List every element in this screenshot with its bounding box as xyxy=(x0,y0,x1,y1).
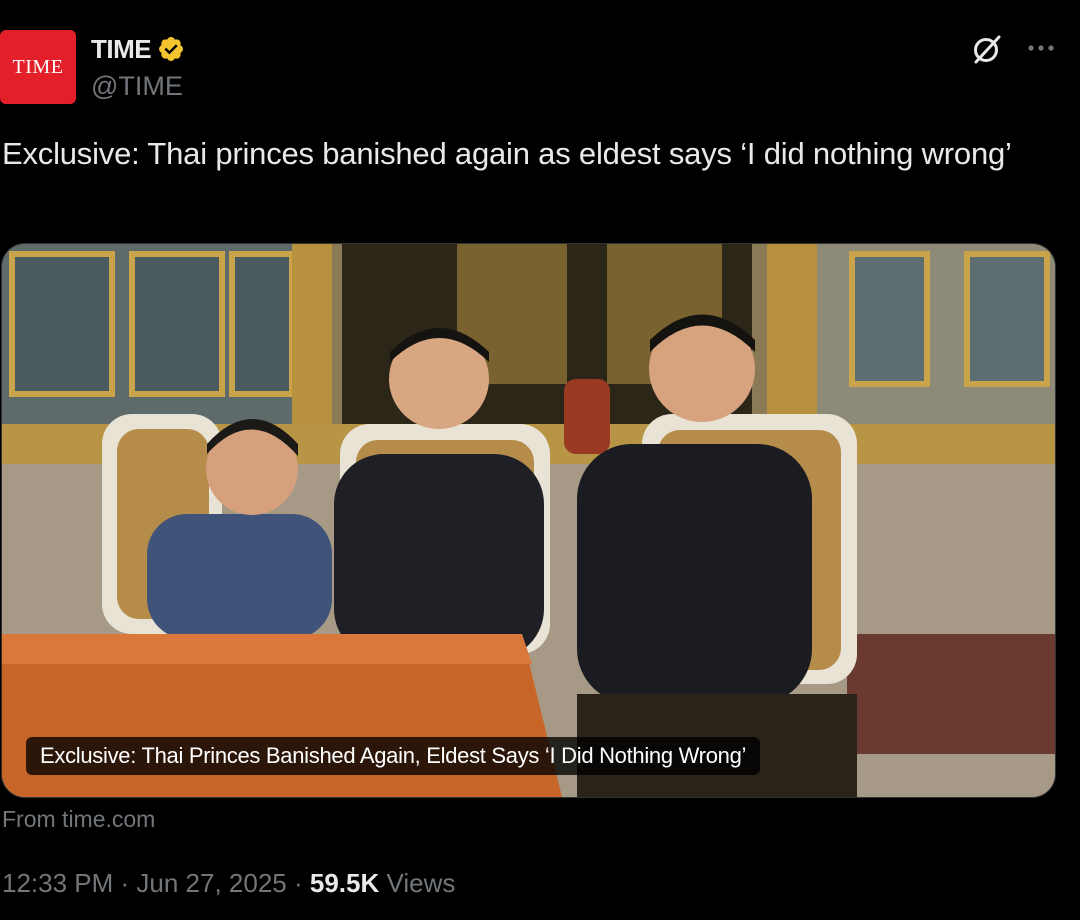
grok-icon[interactable] xyxy=(970,32,1004,66)
display-name[interactable]: TIME xyxy=(91,34,152,65)
more-options-icon[interactable] xyxy=(1024,34,1058,62)
avatar-label: TIME xyxy=(12,55,64,78)
tweet-meta: 12:33 PM · Jun 27, 2025 · 59.5K Views xyxy=(2,868,455,899)
avatar[interactable]: TIME xyxy=(0,30,76,104)
meta-separator: · xyxy=(113,868,137,898)
user-handle[interactable]: @TIME xyxy=(91,71,183,102)
views-label: Views xyxy=(386,868,456,898)
meta-separator: · xyxy=(286,868,310,898)
tweet-time[interactable]: 12:33 PM xyxy=(2,868,113,898)
card-source-link[interactable]: From time.com xyxy=(2,806,155,833)
tweet-date[interactable]: Jun 27, 2025 xyxy=(136,868,286,898)
verified-badge-icon xyxy=(159,37,184,61)
views-count: 59.5K xyxy=(309,868,380,898)
link-card[interactable]: Exclusive: Thai Princes Banished Again, … xyxy=(1,243,1056,798)
author-name-row: TIME xyxy=(91,32,185,66)
card-caption: Exclusive: Thai Princes Banished Again, … xyxy=(26,737,761,775)
card-image xyxy=(2,244,1055,797)
tweet-text: Exclusive: Thai princes banished again a… xyxy=(2,136,1012,171)
